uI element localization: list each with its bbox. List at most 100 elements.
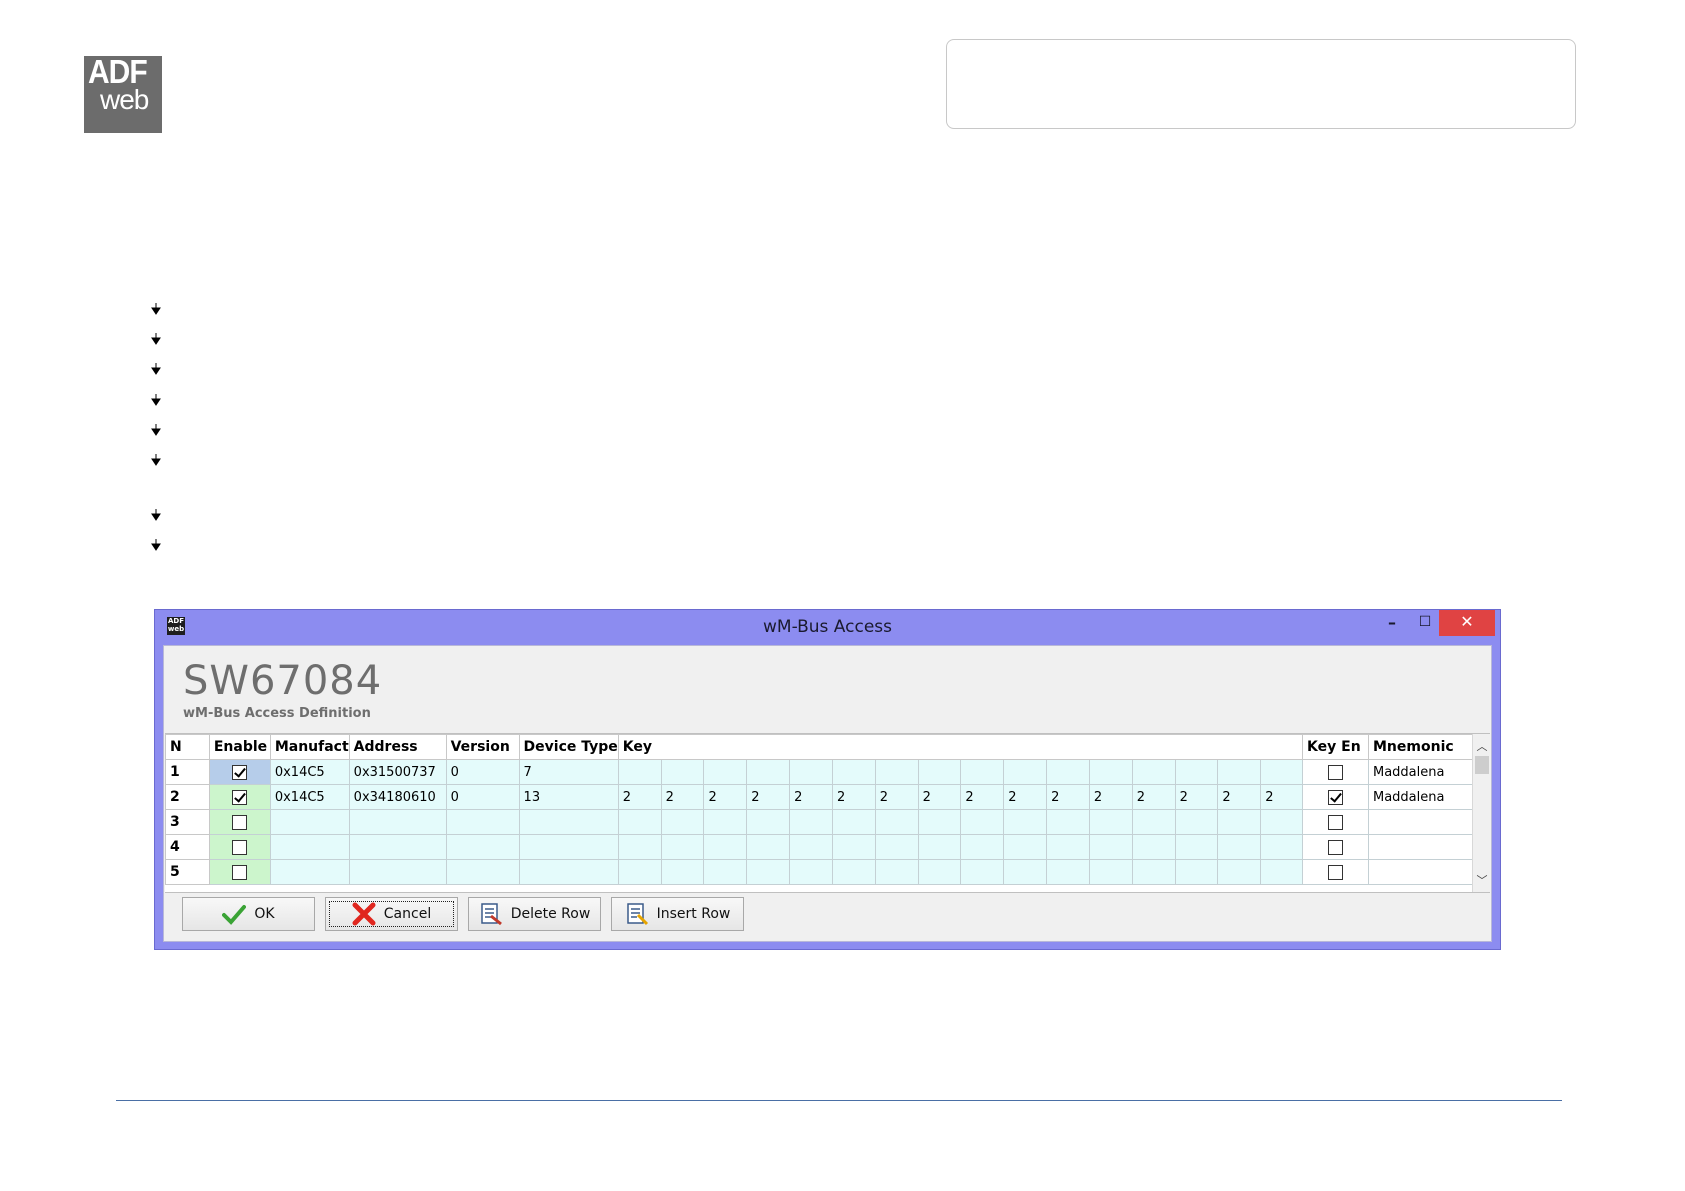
key-byte-cell[interactable] xyxy=(1260,834,1304,860)
key-byte-cell[interactable] xyxy=(1174,834,1219,860)
device-type-cell[interactable] xyxy=(518,859,619,885)
key-byte-cell[interactable] xyxy=(1088,759,1133,785)
key-byte-cell[interactable] xyxy=(917,809,962,835)
enable-cell[interactable] xyxy=(208,809,271,835)
key-byte-cell[interactable] xyxy=(1174,809,1219,835)
key-byte-cell[interactable]: 2 xyxy=(874,784,919,810)
key-byte-cell[interactable] xyxy=(1131,859,1176,885)
device-type-cell[interactable] xyxy=(518,809,619,835)
key-byte-cell[interactable] xyxy=(1131,834,1176,860)
key-byte-cell[interactable] xyxy=(917,759,962,785)
address-cell[interactable] xyxy=(348,809,447,835)
key-byte-cell[interactable] xyxy=(1046,759,1090,785)
scroll-down-icon[interactable]: ﹀ xyxy=(1473,872,1491,888)
key-byte-cell[interactable] xyxy=(660,809,705,835)
version-cell[interactable]: 0 xyxy=(445,784,520,810)
key-byte-cell[interactable] xyxy=(617,834,662,860)
key-byte-cell[interactable] xyxy=(1003,759,1048,785)
key-byte-cell[interactable] xyxy=(1088,834,1133,860)
header-key[interactable]: Key xyxy=(617,734,1304,760)
key-byte-cell[interactable]: 2 xyxy=(746,784,791,810)
minimize-button[interactable]: – xyxy=(1375,610,1409,636)
key-en-checkbox[interactable] xyxy=(1328,764,1344,780)
key-byte-cell[interactable] xyxy=(660,834,705,860)
key-byte-cell[interactable]: 2 xyxy=(960,784,1005,810)
enable-checkbox[interactable] xyxy=(232,864,248,880)
manufact-cell[interactable] xyxy=(269,809,350,835)
table-row[interactable]: 2 0x14C5 0x34180610 0 13 2 2 2 2 2 2 2 2 2 2 2 2 2 2 2 2 Madd… xyxy=(165,784,1490,810)
key-byte-cell[interactable] xyxy=(1260,759,1304,785)
vertical-scrollbar[interactable]: ︿ ﹀ xyxy=(1472,734,1491,892)
key-byte-cell[interactable] xyxy=(789,809,833,835)
key-byte-cell[interactable]: 2 xyxy=(917,784,962,810)
key-byte-cell[interactable] xyxy=(1003,834,1048,860)
enable-checkbox[interactable] xyxy=(232,764,248,780)
enable-checkbox[interactable] xyxy=(232,839,248,855)
key-byte-cell[interactable] xyxy=(746,759,791,785)
key-byte-cell[interactable]: 2 xyxy=(703,784,748,810)
key-byte-cell[interactable] xyxy=(831,834,876,860)
header-address[interactable]: Address xyxy=(348,734,447,760)
key-byte-cell[interactable] xyxy=(1003,859,1048,885)
table-row[interactable]: 5 xyxy=(165,859,1490,885)
key-byte-cell[interactable] xyxy=(874,759,919,785)
key-byte-cell[interactable] xyxy=(1174,859,1219,885)
version-cell[interactable] xyxy=(445,859,520,885)
key-byte-cell[interactable] xyxy=(1046,834,1090,860)
header-version[interactable]: Version xyxy=(445,734,520,760)
key-en-checkbox[interactable] xyxy=(1328,814,1344,830)
cancel-button[interactable]: Cancel xyxy=(325,897,458,931)
key-byte-cell[interactable]: 2 xyxy=(1003,784,1048,810)
key-byte-cell[interactable] xyxy=(874,834,919,860)
scroll-up-icon[interactable]: ︿ xyxy=(1473,738,1491,754)
key-byte-cell[interactable] xyxy=(960,859,1005,885)
key-byte-cell[interactable] xyxy=(874,809,919,835)
insert-row-button[interactable]: Insert Row xyxy=(611,897,744,931)
key-byte-cell[interactable] xyxy=(660,759,705,785)
key-byte-cell[interactable] xyxy=(789,759,833,785)
key-byte-cell[interactable] xyxy=(831,809,876,835)
enable-checkbox[interactable] xyxy=(232,789,248,805)
key-byte-cell[interactable] xyxy=(617,809,662,835)
version-cell[interactable]: 0 xyxy=(445,759,520,785)
key-byte-cell[interactable]: 2 xyxy=(1217,784,1262,810)
key-byte-cell[interactable] xyxy=(660,859,705,885)
key-byte-cell[interactable] xyxy=(1217,834,1262,860)
key-en-checkbox[interactable] xyxy=(1328,789,1344,805)
enable-cell[interactable] xyxy=(208,759,271,785)
enable-cell[interactable] xyxy=(208,834,271,860)
manufact-cell[interactable] xyxy=(269,859,350,885)
key-byte-cell[interactable] xyxy=(960,759,1005,785)
header-enable[interactable]: Enable xyxy=(208,734,271,760)
key-byte-cell[interactable]: 2 xyxy=(789,784,833,810)
header-manufact[interactable]: Manufact xyxy=(269,734,350,760)
key-byte-cell[interactable] xyxy=(617,859,662,885)
delete-row-button[interactable]: Delete Row xyxy=(468,897,601,931)
address-cell[interactable] xyxy=(348,834,447,860)
key-byte-cell[interactable] xyxy=(1260,809,1304,835)
key-byte-cell[interactable] xyxy=(789,859,833,885)
window-titlebar[interactable]: ADF web wM-Bus Access – ☐ ✕ xyxy=(155,610,1500,645)
key-byte-cell[interactable] xyxy=(1217,759,1262,785)
key-byte-cell[interactable] xyxy=(831,859,876,885)
enable-cell[interactable] xyxy=(208,859,271,885)
scroll-thumb[interactable] xyxy=(1475,756,1489,774)
key-en-cell[interactable] xyxy=(1302,834,1369,860)
key-byte-cell[interactable] xyxy=(831,759,876,785)
key-en-checkbox[interactable] xyxy=(1328,864,1344,880)
key-byte-cell[interactable] xyxy=(746,859,791,885)
key-byte-cell[interactable]: 2 xyxy=(1046,784,1090,810)
table-row[interactable]: 1 0x14C5 0x31500737 0 7 Maddalena xyxy=(165,759,1490,785)
key-byte-cell[interactable] xyxy=(874,859,919,885)
manufact-cell[interactable] xyxy=(269,834,350,860)
header-n[interactable]: N xyxy=(165,734,210,760)
device-type-cell[interactable]: 7 xyxy=(518,759,619,785)
key-byte-cell[interactable]: 2 xyxy=(1174,784,1219,810)
key-byte-cell[interactable]: 2 xyxy=(617,784,662,810)
table-row[interactable]: 4 xyxy=(165,834,1490,860)
header-device-type[interactable]: Device Type xyxy=(518,734,619,760)
key-byte-cell[interactable] xyxy=(1003,809,1048,835)
key-byte-cell[interactable] xyxy=(1046,859,1090,885)
address-cell[interactable]: 0x31500737 xyxy=(348,759,447,785)
close-button[interactable]: ✕ xyxy=(1439,610,1495,636)
